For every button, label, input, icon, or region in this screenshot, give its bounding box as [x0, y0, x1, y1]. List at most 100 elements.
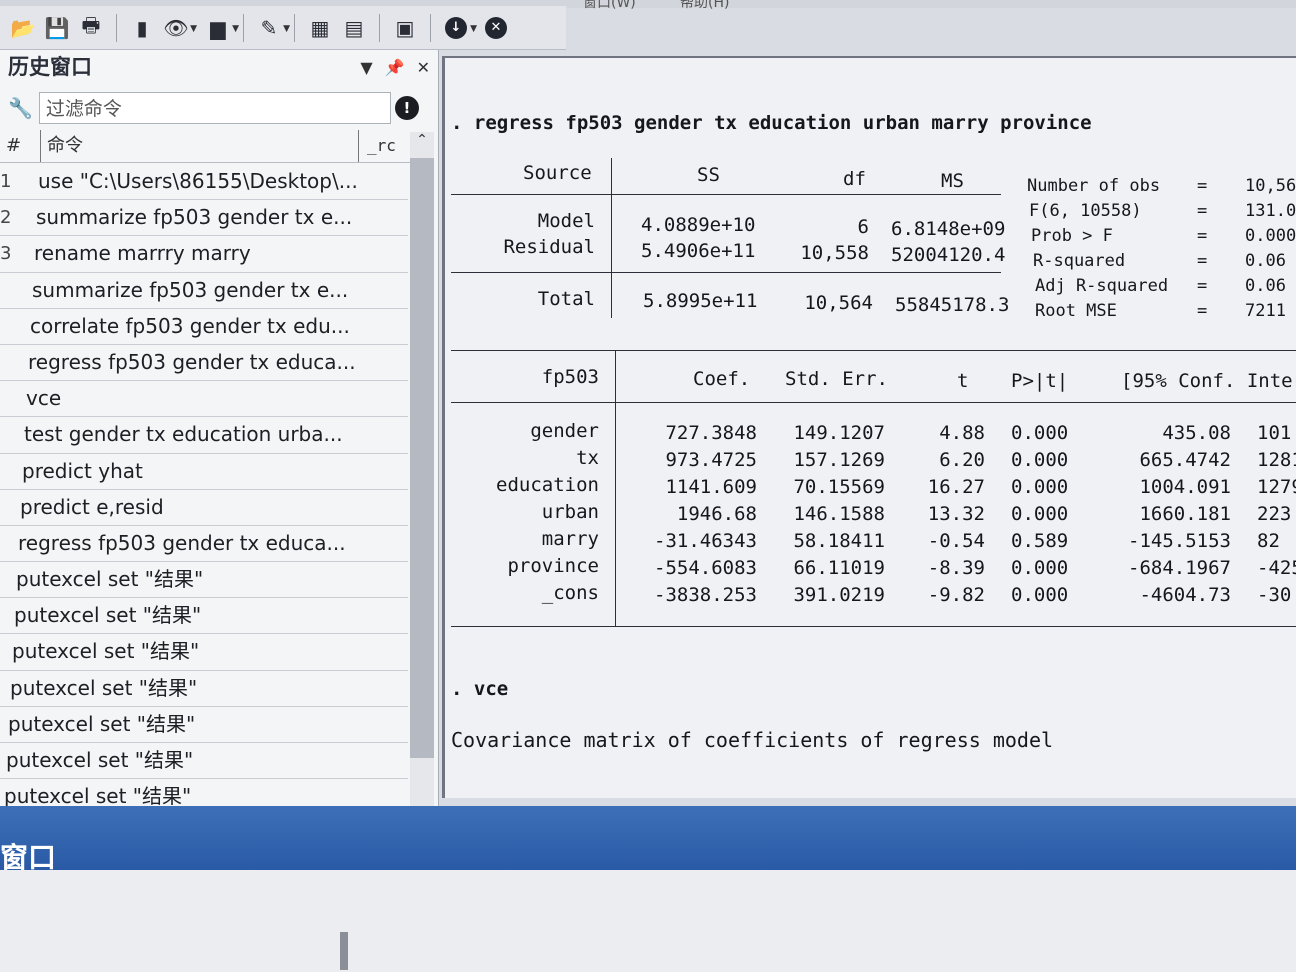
history-item-command: regress fp503 gender tx educa... — [18, 530, 346, 555]
anova-header-source: Source — [523, 162, 592, 184]
history-item[interactable]: predict yhat — [0, 454, 408, 490]
history-item-command: summarize fp503 gender tx e... — [32, 277, 349, 302]
save-icon[interactable]: 💾 — [42, 13, 72, 43]
stat-label: Prob > F — [1031, 226, 1113, 246]
stat-label: R-squared — [1033, 251, 1126, 271]
history-item-command: regress fp503 gender tx educa... — [28, 349, 356, 374]
stat-equals: = — [1197, 251, 1208, 271]
history-item[interactable]: 2 summarize fp503 gender tx e... — [0, 200, 408, 237]
wrench-icon[interactable]: 🔧 — [8, 96, 33, 120]
do-file-editor-icon[interactable]: ✎ ▼ — [254, 13, 290, 43]
column-rc-header[interactable]: _rc — [358, 130, 396, 162]
stat-value: 7211 — [1245, 301, 1286, 321]
coef-header-coef: Coef. — [693, 368, 751, 390]
coef-ci-high: 223 — [1257, 503, 1292, 525]
anova-df-total: 10,564 — [804, 292, 873, 314]
anova-header-df: df — [843, 168, 866, 190]
graph-icon[interactable]: ▆ ▼ — [203, 13, 239, 43]
stat-equals: = — [1197, 226, 1208, 246]
viewer-icon[interactable]: 👁 ▼ — [161, 13, 197, 43]
history-item[interactable]: putexcel set "结果" — [0, 634, 408, 671]
history-item-command: vce — [26, 386, 62, 411]
data-browser-icon[interactable]: ▤ — [339, 13, 369, 43]
anova-header-ss: SS — [697, 164, 720, 186]
stat-label: Root MSE — [1035, 301, 1117, 321]
history-title: 历史窗口 — [8, 55, 92, 79]
history-scrollbar[interactable]: ⌃ ⌄ — [410, 132, 434, 834]
history-item[interactable]: 1 use "C:\Users\86155\Desktop\... — [0, 164, 408, 201]
anova-source-total: Total — [537, 288, 595, 310]
close-icon[interactable]: ✕ — [417, 58, 430, 77]
more-icon[interactable]: ↓ ▼ — [441, 13, 477, 43]
history-item[interactable]: putexcel set "结果" — [0, 562, 408, 599]
history-item[interactable]: vce — [0, 381, 408, 418]
coef-header-se: Std. Err. — [785, 368, 888, 390]
history-item-command: predict e,resid — [20, 494, 164, 519]
coef-se: 149.1207 — [793, 422, 885, 444]
coef-ci-low: -4604.73 — [1139, 584, 1231, 606]
coef-var: _cons — [541, 582, 599, 604]
log-icon[interactable]: ▮ — [127, 13, 157, 43]
scroll-up-icon[interactable]: ⌃ — [410, 132, 434, 156]
coef-p: 0.000 — [1011, 449, 1069, 471]
open-folder-icon[interactable]: 📂 — [8, 13, 38, 43]
history-item[interactable]: regress fp503 gender tx educa... — [0, 526, 408, 563]
coef-ci-low: -684.1967 — [1128, 557, 1231, 579]
stat-equals: = — [1197, 301, 1208, 321]
history-item-command: putexcel set "结果" — [8, 711, 196, 736]
coef-header-t: t — [957, 370, 969, 392]
filter-input[interactable]: 过滤命令 — [38, 92, 391, 124]
coef-ci-low: 1004.091 — [1139, 476, 1231, 498]
variables-manager-icon[interactable]: ▣ — [390, 13, 420, 43]
history-item[interactable]: test gender tx education urba... — [0, 417, 408, 454]
coef-t: 4.88 — [939, 422, 985, 444]
anova-df-residual: 10,558 — [800, 242, 869, 264]
anova-ms-residual: 52004120.4 — [891, 244, 1006, 266]
filter-icon[interactable]: ▼ — [360, 58, 372, 77]
coef-se: 391.0219 — [793, 584, 885, 606]
anova-ss-model: 4.0889e+10 — [641, 214, 756, 236]
data-editor-icon[interactable]: ▦ — [305, 13, 335, 43]
coef-se: 70.15569 — [793, 476, 885, 498]
command-input-area[interactable] — [0, 870, 1296, 972]
history-item[interactable]: regress fp503 gender tx educa... — [0, 345, 408, 382]
anova-vertical-rule — [611, 158, 612, 318]
menu-window[interactable]: 窗口(W) — [583, 0, 636, 12]
column-command-header[interactable]: 命令 — [40, 130, 83, 162]
toolbar-separator — [243, 13, 244, 42]
history-item[interactable]: 3 rename marrry marry — [0, 236, 408, 273]
coef-value: -554.6083 — [654, 557, 757, 579]
history-item[interactable]: summarize fp503 gender tx e... — [0, 273, 408, 309]
history-item-command: putexcel set "结果" — [14, 603, 202, 628]
history-item[interactable]: correlate fp503 gender tx edu... — [0, 309, 408, 345]
vce-title: Covariance matrix of coefficients of reg… — [451, 728, 1054, 752]
history-column-header: # 命令 _rc — [0, 130, 410, 163]
coef-ci-high: -425 — [1257, 557, 1296, 579]
history-item[interactable]: putexcel set "结果" — [0, 671, 408, 707]
regress-command-echo: . regress fp503 gender tx education urba… — [451, 112, 1092, 134]
history-item[interactable]: putexcel set "结果" — [0, 707, 408, 743]
history-item-command: test gender tx education urba... — [24, 422, 343, 447]
history-item[interactable]: predict e,resid — [0, 490, 408, 526]
stat-value: 0.06 — [1245, 251, 1286, 271]
coef-value: 973.4725 — [665, 449, 757, 471]
coef-var: education — [496, 474, 599, 496]
coef-bottom-rule — [451, 626, 1296, 627]
menu-help[interactable]: 帮助(H) — [680, 0, 729, 12]
scroll-thumb[interactable] — [410, 158, 434, 758]
anova-ms-model: 6.8148e+09 — [891, 218, 1006, 240]
break-icon[interactable]: ✕ — [481, 13, 511, 43]
pin-icon[interactable]: 📌 — [385, 58, 405, 77]
stat-label: F(6, 10558) — [1029, 201, 1142, 221]
toolbar: 📂 💾 🖶 ▮ 👁 ▼ ▆ ▼ ✎ ▼ ▦ ▤ ▣ ↓ ▼ ✕ — [0, 6, 566, 50]
history-item[interactable]: putexcel set "结果" — [0, 743, 408, 780]
print-icon[interactable]: 🖶 — [76, 13, 106, 43]
coef-t: -9.82 — [927, 584, 985, 606]
column-number-header[interactable]: # — [6, 130, 21, 162]
history-item-command: putexcel set "结果" — [16, 567, 204, 592]
history-item[interactable]: putexcel set "结果" — [0, 598, 408, 635]
coef-header-rule — [451, 402, 1296, 403]
anova-df-model: 6 — [857, 216, 869, 238]
coef-ci-high: 101 — [1257, 422, 1292, 444]
history-item-command: predict yhat — [22, 458, 143, 483]
